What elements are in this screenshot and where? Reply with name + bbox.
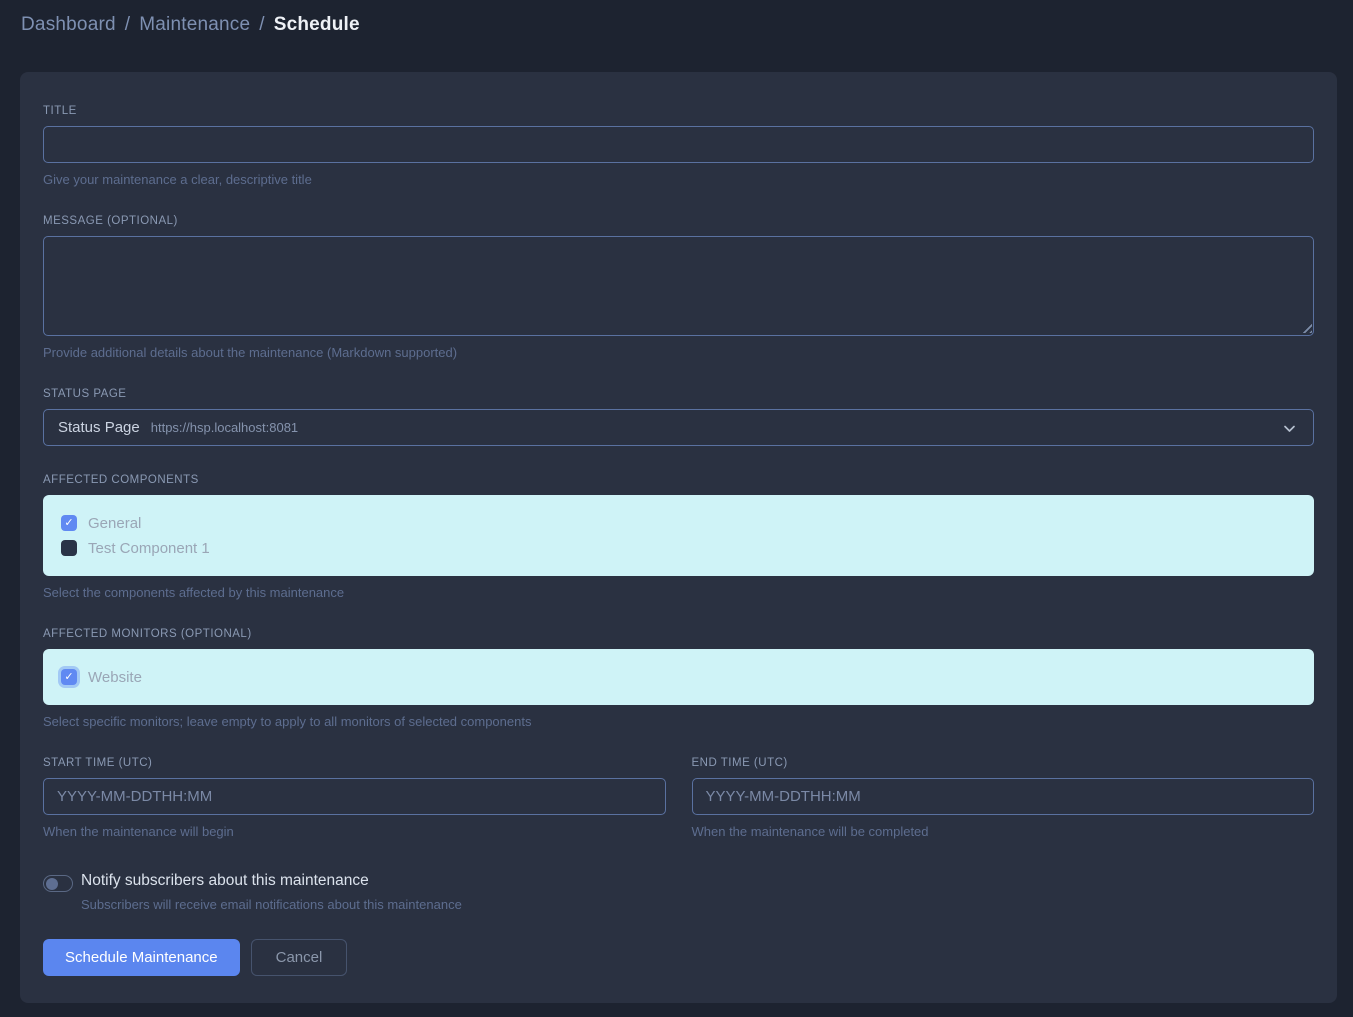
end-time-label: END TIME (UTC)	[692, 757, 1315, 769]
status-page-selected-url: https://hsp.localhost:8081	[151, 420, 298, 435]
message-help: Provide additional details about the mai…	[43, 345, 1314, 360]
component-option-test-component-1[interactable]: ✓ Test Component 1	[61, 536, 1296, 560]
notify-subscribers-toggle[interactable]	[43, 875, 73, 892]
end-time-help: When the maintenance will be completed	[692, 824, 1315, 839]
affected-components-help: Select the components affected by this m…	[43, 585, 1314, 600]
status-page-label: STATUS PAGE	[43, 388, 1314, 400]
affected-monitors-help: Select specific monitors; leave empty to…	[43, 714, 1314, 729]
end-time-input[interactable]	[692, 778, 1315, 815]
message-label: MESSAGE (OPTIONAL)	[43, 215, 1314, 227]
affected-monitors-field-group: AFFECTED MONITORS (OPTIONAL) ✓ Website S…	[43, 628, 1314, 729]
status-page-select[interactable]: Status Page https://hsp.localhost:8081	[43, 409, 1314, 446]
title-help: Give your maintenance a clear, descripti…	[43, 172, 1314, 187]
breadcrumb-maintenance[interactable]: Maintenance	[139, 14, 250, 35]
end-time-field-group: END TIME (UTC) When the maintenance will…	[692, 757, 1315, 839]
start-time-input[interactable]	[43, 778, 666, 815]
schedule-maintenance-form: TITLE Give your maintenance a clear, des…	[20, 72, 1337, 1003]
message-field-group: MESSAGE (OPTIONAL) Provide additional de…	[43, 215, 1314, 360]
notify-subscribers-help: Subscribers will receive email notificat…	[81, 897, 462, 912]
form-actions: Schedule Maintenance Cancel	[43, 939, 1314, 976]
affected-components-label: AFFECTED COMPONENTS	[43, 474, 1314, 486]
start-time-label: START TIME (UTC)	[43, 757, 666, 769]
breadcrumb-separator: /	[125, 14, 130, 35]
breadcrumb: Dashboard / Maintenance / Schedule	[21, 14, 360, 36]
affected-components-field-group: AFFECTED COMPONENTS ✓ General ✓ Test Com…	[43, 474, 1314, 600]
title-input[interactable]	[43, 126, 1314, 163]
notify-text-block: Notify subscribers about this maintenanc…	[81, 872, 462, 912]
start-time-help: When the maintenance will begin	[43, 824, 666, 839]
component-option-label: General	[88, 515, 141, 532]
status-page-selected-name: Status Page	[58, 419, 140, 436]
component-option-general[interactable]: ✓ General	[61, 511, 1296, 535]
cancel-button[interactable]: Cancel	[251, 939, 348, 976]
title-label: TITLE	[43, 105, 1314, 117]
status-page-field-group: STATUS PAGE Status Page https://hsp.loca…	[43, 388, 1314, 446]
checkbox-icon[interactable]: ✓	[61, 540, 77, 556]
start-time-field-group: START TIME (UTC) When the maintenance wi…	[43, 757, 666, 839]
time-fields-row: START TIME (UTC) When the maintenance wi…	[43, 757, 1314, 839]
notify-subscribers-row: Notify subscribers about this maintenanc…	[43, 872, 1314, 912]
monitor-option-label: Website	[88, 669, 142, 686]
message-textarea[interactable]	[43, 236, 1314, 336]
affected-monitors-label: AFFECTED MONITORS (OPTIONAL)	[43, 628, 1314, 640]
breadcrumb-separator: /	[259, 14, 264, 35]
chevron-down-icon	[1282, 421, 1297, 436]
breadcrumb-dashboard[interactable]: Dashboard	[21, 14, 116, 35]
checkbox-icon[interactable]: ✓	[61, 515, 77, 531]
schedule-maintenance-button[interactable]: Schedule Maintenance	[43, 939, 240, 976]
monitor-option-website[interactable]: ✓ Website	[61, 665, 1296, 689]
topbar: Dashboard / Maintenance / Schedule	[0, 0, 1353, 50]
breadcrumb-schedule-current: Schedule	[274, 14, 360, 35]
affected-components-listbox: ✓ General ✓ Test Component 1	[43, 495, 1314, 576]
notify-subscribers-label[interactable]: Notify subscribers about this maintenanc…	[81, 872, 462, 890]
title-field-group: TITLE Give your maintenance a clear, des…	[43, 105, 1314, 187]
checkbox-icon[interactable]: ✓	[61, 669, 77, 685]
component-option-label: Test Component 1	[88, 540, 210, 557]
affected-monitors-listbox: ✓ Website	[43, 649, 1314, 705]
toggle-knob	[46, 878, 58, 890]
